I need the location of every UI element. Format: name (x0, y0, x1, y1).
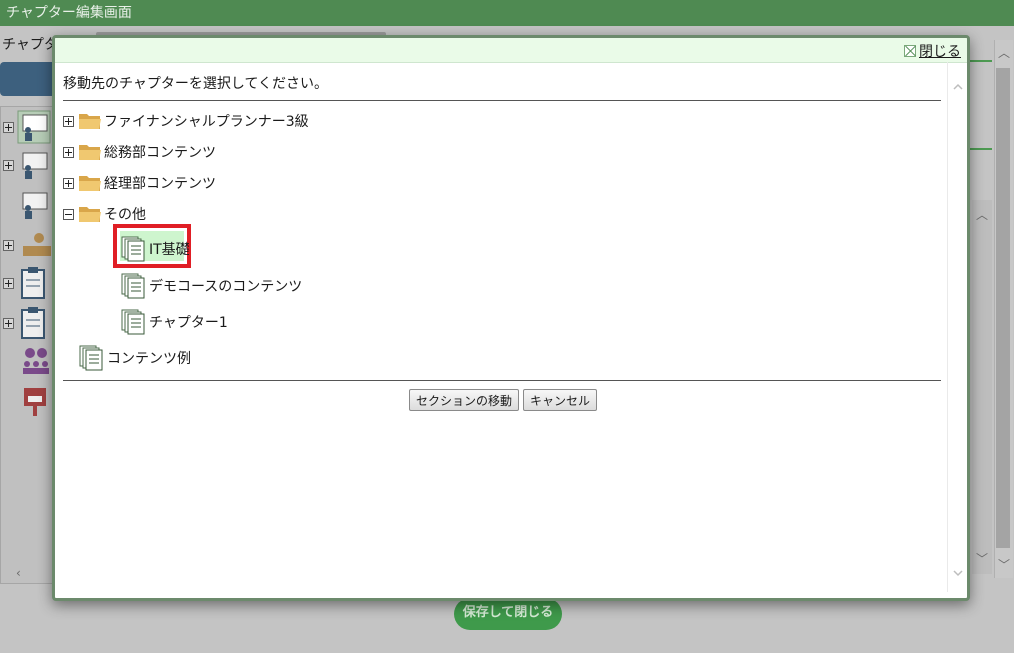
clipboard-icon (21, 307, 45, 339)
expand-toggle[interactable] (63, 177, 74, 189)
tree-item-folder[interactable]: 経理部コンテンツ (63, 173, 216, 193)
chapter-documents-icon (121, 236, 145, 262)
scroll-up-icon[interactable]: ︿ (998, 44, 1010, 61)
tree-item-label[interactable]: チャプター1 (149, 312, 228, 332)
clipboard-icon (21, 267, 45, 299)
close-button[interactable]: 閉じる (904, 41, 961, 61)
page-scrollbar-thumb[interactable] (996, 68, 1010, 548)
divider (970, 60, 992, 62)
tree-item-label[interactable]: その他 (104, 204, 146, 224)
scroll-down-icon[interactable]: ﹀ (998, 556, 1010, 573)
tree-item-chapter-selected[interactable]: IT基礎 (121, 236, 190, 262)
collapse-toggle[interactable] (63, 208, 74, 220)
expand-toggle[interactable] (3, 122, 14, 133)
chevron-up-icon[interactable] (953, 82, 963, 92)
tree-item-folder[interactable]: 総務部コンテンツ (63, 142, 216, 162)
tree-item-chapter[interactable]: コンテンツ例 (79, 345, 191, 371)
expand-toggle[interactable] (63, 115, 74, 127)
chapter-documents-icon (79, 345, 103, 371)
tree-item-chapter[interactable]: デモコースのコンテンツ (121, 273, 302, 299)
expand-toggle[interactable] (3, 240, 14, 251)
cancel-button[interactable]: キャンセル (523, 389, 597, 411)
expand-toggle[interactable] (3, 160, 14, 171)
student-icon (23, 233, 51, 256)
tree-item-label[interactable]: 総務部コンテンツ (104, 142, 216, 162)
divider (970, 148, 992, 150)
folder-icon (79, 114, 101, 129)
tree-item-folder[interactable]: その他 (63, 204, 146, 224)
inner-scrollbar[interactable] (972, 200, 992, 574)
group-icon (23, 348, 49, 374)
page-title: チャプター編集画面 (6, 5, 132, 21)
tree-item-folder[interactable]: ファイナンシャルプランナー3級 (63, 111, 309, 131)
chevron-down-icon[interactable] (953, 568, 963, 578)
lecture-icon (17, 110, 51, 144)
lecture-icon (22, 152, 48, 179)
divider (63, 380, 941, 381)
dialog-header: 閉じる (55, 38, 967, 63)
chapter-documents-icon (121, 273, 145, 299)
folder-icon (79, 145, 101, 160)
expand-toggle[interactable] (3, 318, 14, 329)
dialog-instruction: 移動先のチャプターを選択してください。 (63, 76, 329, 92)
lecture-icon (22, 192, 48, 219)
scroll-up-icon[interactable]: ︿ (976, 206, 988, 223)
chapter-documents-icon (121, 309, 145, 335)
close-icon[interactable] (904, 45, 916, 57)
folder-icon (79, 176, 101, 191)
tree-item-label[interactable]: コンテンツ例 (107, 348, 191, 368)
save-and-close-button[interactable]: 保存して閉じる (454, 598, 562, 630)
post-box-icon (24, 388, 46, 416)
chapter-name-label: チャプタ (2, 37, 58, 53)
dialog-scrollbar[interactable] (947, 62, 967, 592)
tree-item-label[interactable]: IT基礎 (149, 239, 190, 259)
move-section-button[interactable]: セクションの移動 (409, 389, 519, 411)
tree-item-label[interactable]: デモコースのコンテンツ (149, 276, 302, 296)
close-label[interactable]: 閉じる (919, 41, 961, 61)
scroll-down-icon[interactable]: ﹀ (976, 550, 988, 567)
tree-item-label[interactable]: ファイナンシャルプランナー3級 (104, 111, 309, 131)
divider (63, 100, 941, 101)
expand-toggle[interactable] (63, 146, 74, 158)
background-action-button[interactable] (0, 62, 60, 96)
page-title-bar: チャプター編集画面 (0, 0, 1014, 26)
move-chapter-dialog: 閉じる 移動先のチャプターを選択してください。 ファイナンシャルプランナー3級 … (52, 35, 970, 601)
folder-open-icon (79, 207, 101, 222)
tree-item-chapter[interactable]: チャプター1 (121, 309, 228, 335)
scroll-left-icon[interactable]: ‹ (16, 566, 21, 580)
tree-item-label[interactable]: 経理部コンテンツ (104, 173, 216, 193)
expand-toggle[interactable] (3, 278, 14, 289)
